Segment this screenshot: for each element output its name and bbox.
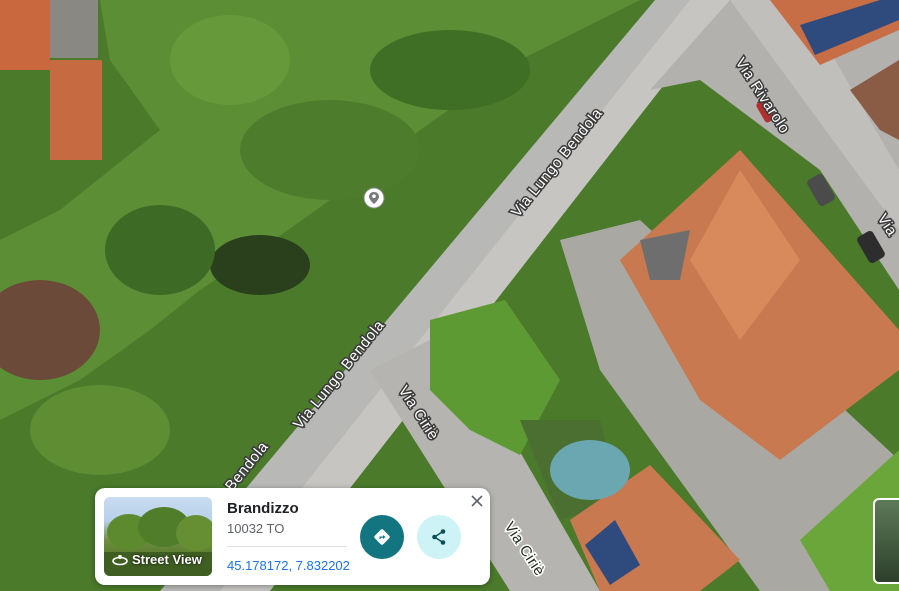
directions-icon (374, 529, 390, 545)
share-button[interactable] (417, 515, 461, 559)
grass-field (30, 385, 170, 475)
house-roof (50, 60, 102, 160)
coordinates-link[interactable]: 45.178172, 7.832202 (227, 558, 350, 573)
place-info-card: Street View Brandizzo 10032 TO 45.178172… (95, 488, 490, 585)
street-view-360-icon (112, 554, 128, 565)
tree-canopy (105, 205, 215, 295)
place-name: Brandizzo (227, 500, 299, 517)
share-icon (432, 529, 446, 545)
place-pin-icon[interactable] (363, 187, 385, 209)
tree-canopy (170, 15, 290, 105)
street-view-preview[interactable] (873, 498, 899, 584)
street-view-thumbnail[interactable]: Street View (104, 497, 212, 576)
directions-button[interactable] (360, 515, 404, 559)
house-roof (0, 0, 50, 70)
street-view-text: Street View (132, 552, 202, 567)
tree-canopy (370, 30, 530, 110)
building (50, 0, 98, 58)
close-button[interactable] (468, 492, 486, 510)
tree-shadow (210, 235, 310, 295)
pool (550, 440, 630, 500)
place-postal-code: 10032 TO (227, 521, 285, 536)
tree-canopy (240, 100, 420, 200)
street-view-label: Street View (112, 552, 202, 567)
divider (227, 546, 347, 547)
close-icon (471, 495, 483, 507)
